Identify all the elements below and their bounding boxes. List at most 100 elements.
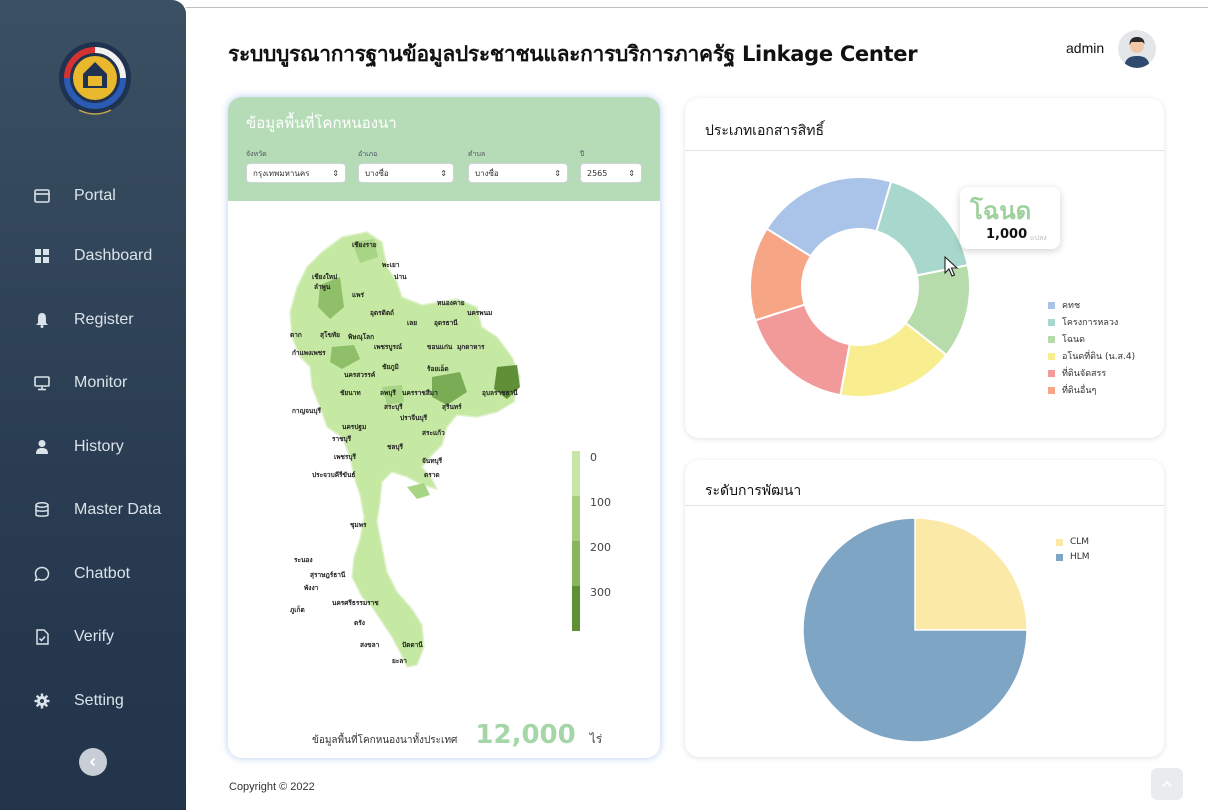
province-label: ร้อยเอ็ด <box>427 364 449 373</box>
cursor-pointer-icon <box>944 256 959 277</box>
map-card-header: ข้อมูลพื้นที่โคกหนองนา จังหวัด กรุงเทพมห… <box>228 97 660 201</box>
updown-icon: ⇕ <box>332 168 339 178</box>
user-name[interactable]: admin <box>1066 40 1104 56</box>
legend-item[interactable]: CLM <box>1056 537 1089 547</box>
select-value: 2565 <box>587 168 608 178</box>
province-label: ประจวบคีรีขันธ์ <box>312 471 355 479</box>
province-select[interactable]: กรุงเทพมหานคร ⇕ <box>246 163 346 183</box>
province-label: สุโขทัย <box>320 330 340 339</box>
legend-swatch <box>1056 538 1063 546</box>
province-label: พังงา <box>304 584 319 592</box>
province-label: ปัตตานี <box>402 641 423 649</box>
province-label: จันทบุรี <box>422 457 443 465</box>
legend-label: 0 <box>590 451 597 464</box>
card-divider <box>685 505 1164 506</box>
map-card: ข้อมูลพื้นที่โคกหนองนา จังหวัด กรุงเทพมห… <box>228 97 660 758</box>
province-label: สระบุรี <box>384 403 403 411</box>
province-label: สระแก้ว <box>422 428 445 437</box>
sidebar-item-master-data[interactable]: Master Data <box>0 490 186 530</box>
legend-swatch <box>1048 335 1055 343</box>
province-label: ชัยภูมิ <box>382 363 399 372</box>
province-label: อุตรดิตถ์ <box>370 309 394 317</box>
sidebar-item-history[interactable]: History <box>0 427 186 467</box>
legend-label: ที่ดินจัดสรร <box>1062 369 1107 379</box>
legend-label: 200 <box>590 541 611 554</box>
select-value: บางซื่อ <box>475 168 499 178</box>
province-label: อุบลราชธานี <box>482 389 518 397</box>
province-label: นครพนม <box>467 309 492 317</box>
legend-bar-0 <box>572 451 580 496</box>
legend-item[interactable]: ที่ดินจัดสรร <box>1048 366 1106 380</box>
sidebar-item-register[interactable]: Register <box>0 300 186 340</box>
filter-label: ปี <box>580 150 585 158</box>
legend-item[interactable]: อโนดที่ดิน (น.ส.4) <box>1048 349 1135 363</box>
subdistrict-select[interactable]: บางซื่อ ⇕ <box>468 163 568 183</box>
legend-item[interactable]: โฉนด <box>1048 332 1085 346</box>
sidebar-item-portal[interactable]: Portal <box>0 176 186 216</box>
province-label: ตราด <box>424 471 440 479</box>
thailand-map[interactable]: เชียงรายพะเยาเชียงใหม่ น่านลำพูนแพร่หนองค… <box>282 227 582 697</box>
copyright: Copyright © 2022 <box>229 781 315 793</box>
legend-label: โครงการหลวง <box>1062 318 1119 328</box>
province-label: หนองคาย <box>437 299 465 307</box>
logo <box>55 38 135 118</box>
bell-icon <box>32 310 52 330</box>
map-card-title: ข้อมูลพื้นที่โคกหนองนา <box>246 114 397 132</box>
sidebar-item-monitor[interactable]: Monitor <box>0 363 186 403</box>
total-unit: ไร่ <box>589 732 603 746</box>
tooltip-label: โฉนด <box>970 197 1032 225</box>
province-label: ชัยนาท <box>340 389 361 397</box>
doc-type-donut-chart[interactable] <box>735 162 985 412</box>
total-label: ข้อมูลพื้นที่โคกหนองนาทั้งประเทศ <box>312 735 458 746</box>
province-label: พะเยา <box>382 261 400 269</box>
province-label: ลำพูน <box>314 283 331 292</box>
legend-item[interactable]: โครงการหลวง <box>1048 315 1118 329</box>
filter-label: ตำบล <box>468 150 486 158</box>
legend-label: โฉนด <box>1062 335 1085 345</box>
legend-label: คทช <box>1062 301 1081 311</box>
province-label: นครศรีธรรมราช <box>332 599 379 607</box>
province-label: ภูเก็ต <box>290 605 305 615</box>
province-label: ระนอง <box>294 556 313 564</box>
year-filter: ปี 2565 ⇕ <box>580 149 642 183</box>
top-border <box>186 7 1208 8</box>
legend-item[interactable]: คทช <box>1048 298 1080 312</box>
avatar[interactable] <box>1118 30 1156 68</box>
legend-label: อโนดที่ดิน (น.ส.4) <box>1062 352 1136 362</box>
page-title: ระบบบูรณาการฐานข้อมูลประชาชนและการบริการ… <box>228 42 918 66</box>
legend-swatch <box>1056 553 1063 561</box>
sidebar-item-verify[interactable]: Verify <box>0 617 186 657</box>
filter-label: อำเภอ <box>358 150 378 158</box>
province-label: สุราษฎร์ธานี <box>310 571 346 579</box>
province-label: เพชรบูรณ์ <box>374 343 402 352</box>
legend-item[interactable]: HLM <box>1056 552 1090 562</box>
map-legend: 0 100 200 300 <box>572 451 632 631</box>
year-select[interactable]: 2565 ⇕ <box>580 163 642 183</box>
pie-slice[interactable] <box>914 517 1028 631</box>
app-root: Portal Dashboard Register Monitor Histor… <box>0 0 1208 810</box>
sidebar-item-dashboard[interactable]: Dashboard <box>0 236 186 276</box>
district-select[interactable]: บางซื่อ ⇕ <box>358 163 454 183</box>
legend-swatch <box>1048 301 1055 309</box>
legend-swatch <box>1048 318 1055 326</box>
grid-icon <box>32 246 52 266</box>
chat-icon <box>32 564 52 584</box>
gear-icon <box>32 691 52 711</box>
sidebar-item-label: Portal <box>74 187 116 204</box>
sidebar-item-chatbot[interactable]: Chatbot <box>0 554 186 594</box>
doc-type-card: ประเภทเอกสารสิทธิ์ คทช โครงการหลวง โฉนด อโน… <box>685 98 1164 438</box>
province-label: ชุมพร <box>350 521 367 529</box>
legend-item[interactable]: ที่ดินอื่นๆ <box>1048 383 1096 397</box>
sidebar-item-label: Monitor <box>74 374 128 391</box>
card-divider <box>685 150 1164 151</box>
scroll-top-button[interactable] <box>1151 768 1183 800</box>
sidebar-item-setting[interactable]: Setting <box>0 681 186 721</box>
dev-level-card: ระดับการพัฒนา CLM HLM <box>685 460 1164 757</box>
donut-slice[interactable] <box>753 303 851 397</box>
legend-bar-2 <box>572 541 580 586</box>
monitor-icon <box>32 373 52 393</box>
province-label: เลย <box>407 319 417 327</box>
dev-level-pie-chart[interactable] <box>795 510 1035 750</box>
chevron-up-icon <box>1162 780 1172 788</box>
collapse-sidebar-button[interactable] <box>79 748 107 776</box>
